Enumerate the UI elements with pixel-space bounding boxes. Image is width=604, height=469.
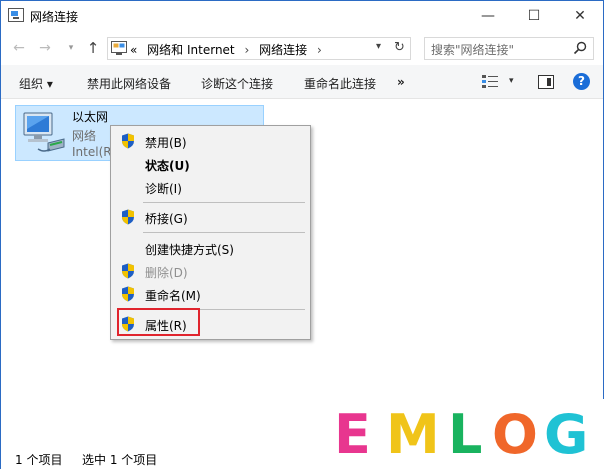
back-arrow-icon[interactable]: ←: [11, 40, 27, 56]
menu-item-bridge[interactable]: 桥接(G): [111, 206, 310, 228]
menu-item-status[interactable]: 状态(U): [111, 153, 310, 175]
watermark-letter: E: [334, 403, 371, 466]
connection-name: 以太网: [72, 110, 109, 124]
address-dropdown-icon[interactable]: ▾: [376, 41, 381, 52]
change-view-icon[interactable]: [481, 74, 499, 90]
menu-item-diagnose[interactable]: 诊断(I): [111, 176, 310, 198]
view-options-chevron-icon[interactable]: ▾: [509, 76, 514, 86]
menu-separator: [143, 232, 305, 233]
control-panel-icon: [111, 41, 127, 55]
more-commands-button[interactable]: »: [397, 75, 405, 89]
context-menu: 禁用(B) 状态(U) 诊断(I) 桥接(G) 创建快捷方式(S) 删除(D) …: [110, 125, 311, 340]
help-icon[interactable]: ?: [573, 73, 590, 90]
organize-button[interactable]: 组织 ▾: [19, 75, 53, 92]
breadcrumb-separator-icon[interactable]: ›: [317, 43, 322, 57]
minimize-button[interactable]: —: [465, 1, 511, 31]
menu-item-rename[interactable]: 重命名(M): [111, 283, 310, 305]
network-connections-window: 网络连接 — ☐ ✕ ← → ▾ ↑ « 网络和 Internet › 网络连接…: [0, 0, 604, 469]
address-bar[interactable]: « 网络和 Internet › 网络连接 › ▾ ↻: [107, 37, 411, 60]
rename-connection-button[interactable]: 重命名此连接: [304, 75, 376, 92]
connection-status: 网络: [72, 129, 97, 143]
watermark-letter: M: [386, 403, 440, 466]
menu-item-label: 禁用(B): [145, 136, 187, 150]
watermark-letter: L: [448, 403, 483, 466]
breadcrumb-overflow[interactable]: «: [130, 43, 137, 57]
menu-item-disable[interactable]: 禁用(B): [111, 130, 310, 152]
diagnose-connection-button[interactable]: 诊断这个连接: [201, 75, 273, 92]
maximize-button[interactable]: ☐: [511, 1, 557, 31]
title-bar: 网络连接 — ☐ ✕: [1, 1, 603, 31]
watermark-letter: G: [544, 403, 589, 466]
navigation-bar: ← → ▾ ↑ « 网络和 Internet › 网络连接 › ▾ ↻ 搜索"网…: [1, 31, 603, 65]
menu-item-delete: 删除(D): [111, 260, 310, 282]
refresh-icon[interactable]: ↻: [394, 40, 405, 55]
emlog-watermark-logo: E M L O G: [312, 399, 604, 469]
search-input[interactable]: 搜索"网络连接": [424, 37, 594, 60]
menu-item-label: 删除(D): [145, 266, 188, 280]
breadcrumb: « 网络和 Internet › 网络连接 ›: [130, 41, 328, 58]
breadcrumb-network-connections[interactable]: 网络连接: [259, 43, 307, 57]
preview-pane-icon[interactable]: [538, 75, 554, 89]
window-title: 网络连接: [30, 10, 79, 24]
network-folder-icon: [8, 8, 24, 22]
menu-item-label: 桥接(G): [145, 212, 188, 226]
network-adapter-icon: [23, 112, 65, 152]
recent-locations-chevron-icon[interactable]: ▾: [63, 40, 79, 56]
menu-separator: [143, 202, 305, 203]
close-button[interactable]: ✕: [557, 1, 603, 31]
menu-item-label: 诊断(I): [145, 182, 182, 196]
properties-highlight-box: [117, 308, 200, 336]
menu-item-label: 状态(U): [145, 159, 190, 173]
watermark-letter: O: [492, 403, 538, 466]
selected-count: 选中 1 个项目: [82, 453, 158, 467]
command-bar: 组织 ▾ 禁用此网络设备 诊断这个连接 重命名此连接 » ▾ ?: [1, 65, 603, 99]
uac-shield-icon: [122, 263, 134, 279]
menu-item-label: 创建快捷方式(S): [145, 243, 234, 257]
search-icon[interactable]: [573, 41, 587, 55]
uac-shield-icon: [122, 209, 134, 225]
forward-arrow-icon[interactable]: →: [37, 40, 53, 56]
uac-shield-icon: [122, 133, 134, 149]
uac-shield-icon: [122, 286, 134, 302]
disable-device-button[interactable]: 禁用此网络设备: [87, 75, 171, 92]
item-count: 1 个项目: [15, 453, 63, 467]
search-placeholder: 搜索"网络连接": [431, 43, 515, 57]
menu-item-create-shortcut[interactable]: 创建快捷方式(S): [111, 237, 310, 259]
breadcrumb-network-internet[interactable]: 网络和 Internet: [147, 43, 234, 57]
menu-item-label: 重命名(M): [145, 289, 201, 303]
up-arrow-icon[interactable]: ↑: [85, 40, 101, 56]
breadcrumb-separator-icon[interactable]: ›: [244, 43, 249, 57]
